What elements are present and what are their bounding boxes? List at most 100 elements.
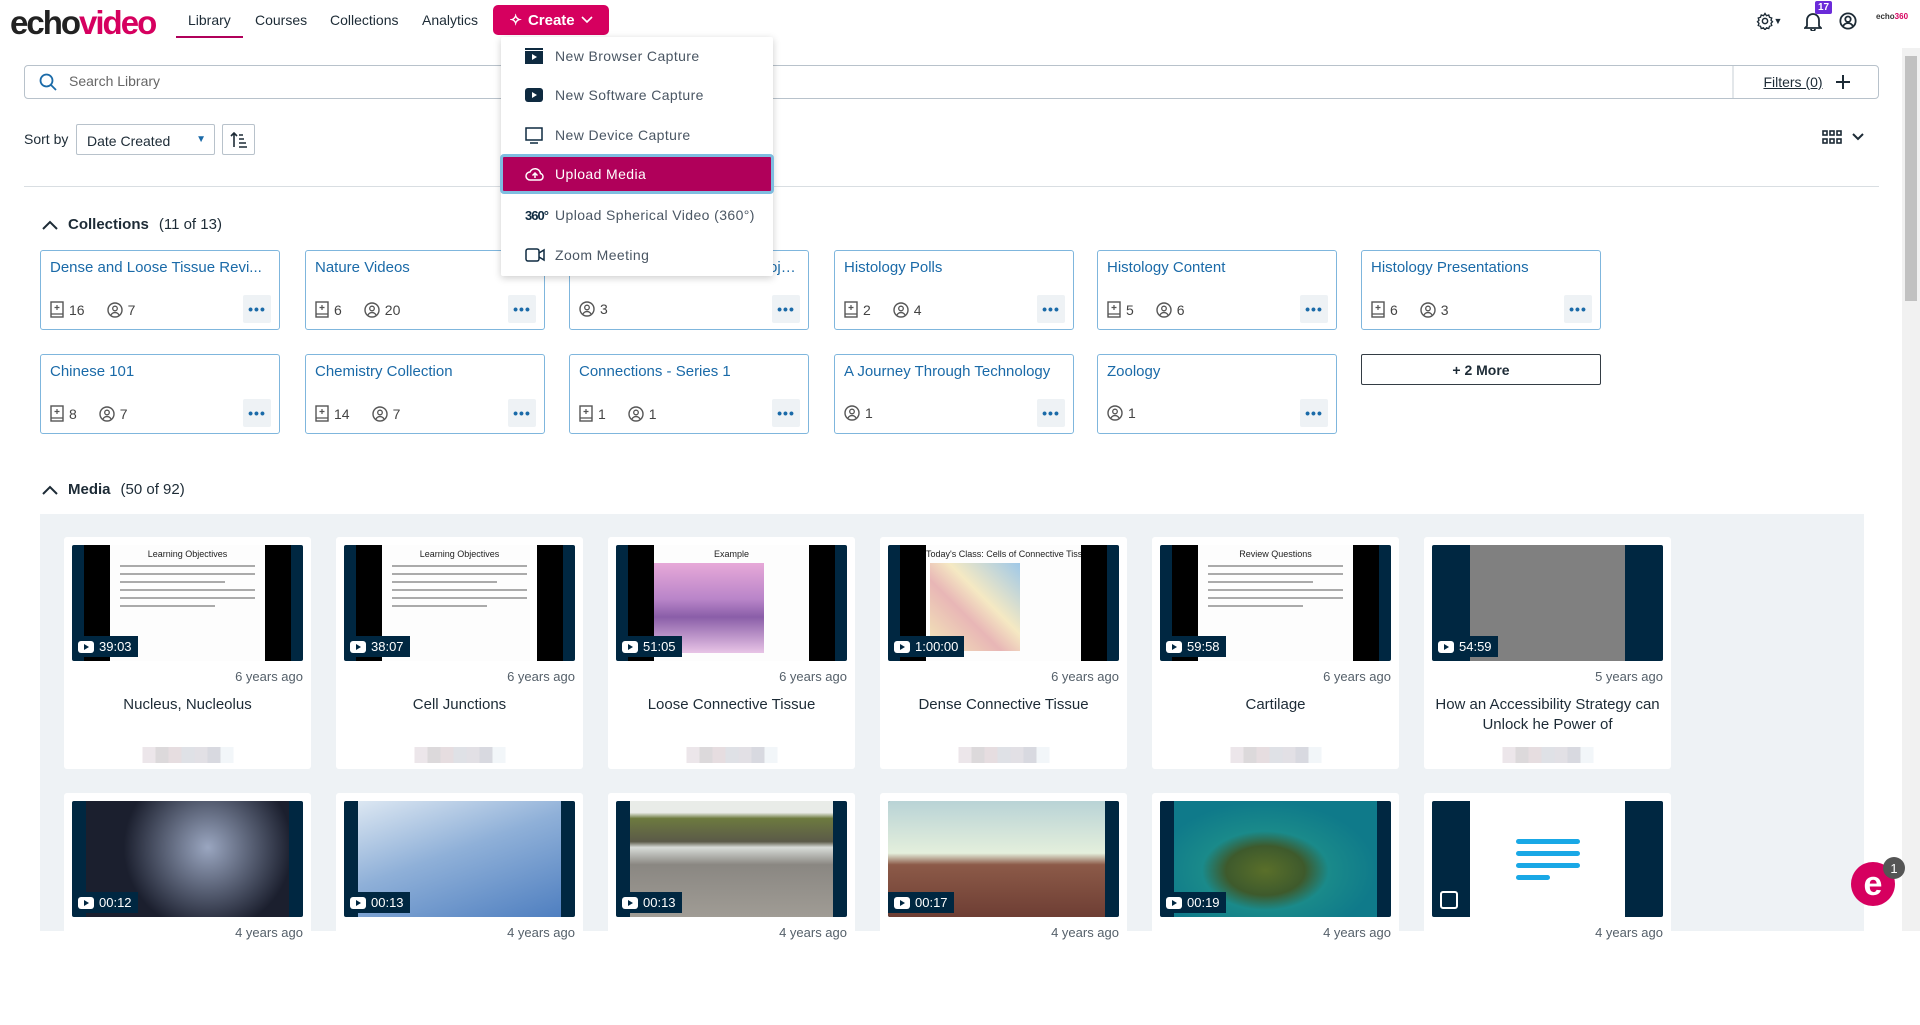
media-card[interactable]: 54:59 5 years ago How an Accessibility S…: [1424, 537, 1671, 769]
collection-options-button[interactable]: •••: [508, 399, 536, 427]
thumbnail[interactable]: Learning Objectives 39:03: [72, 545, 303, 661]
media-title[interactable]: How an Accessibility Strategy can Unlock…: [1434, 695, 1661, 735]
scrollbar-thumb[interactable]: [1905, 56, 1917, 301]
create-menu-item[interactable]: 360° Upload Spherical Video (360°): [501, 195, 773, 235]
view-toggle[interactable]: [1822, 130, 1864, 144]
users-count: 20: [364, 302, 400, 318]
media-card[interactable]: 00:13 4 years ago: [336, 793, 583, 1025]
nav-collections[interactable]: Collections: [330, 12, 398, 28]
sort-select[interactable]: Date Created ▼: [76, 124, 215, 155]
collection-title[interactable]: Connections - Series 1: [579, 363, 801, 380]
nav-courses[interactable]: Courses: [255, 12, 307, 28]
thumbnail[interactable]: 00:19: [1160, 801, 1391, 917]
collection-options-button[interactable]: •••: [243, 295, 271, 323]
collections-header[interactable]: Collections (11 of 13): [42, 216, 222, 233]
thumbnail[interactable]: 00:13: [616, 801, 847, 917]
filters-link[interactable]: Filters (0): [1763, 74, 1822, 90]
media-age: 6 years ago: [235, 669, 303, 684]
collection-card[interactable]: Connections - Series 1 1 1 •••: [569, 354, 809, 434]
collection-options-button[interactable]: •••: [1564, 295, 1592, 323]
collection-options-button[interactable]: •••: [243, 399, 271, 427]
media-card[interactable]: Today's Class: Cells of Connective Tissu…: [880, 537, 1127, 769]
collection-card[interactable]: Histology Content 5 6 •••: [1097, 250, 1337, 330]
nav-library[interactable]: Library: [176, 12, 243, 38]
collection-title[interactable]: Chemistry Collection: [315, 363, 537, 380]
collection-card[interactable]: Histology Presentations 6 3 •••: [1361, 250, 1601, 330]
collection-card[interactable]: Histology Polls 2 4 •••: [834, 250, 1074, 330]
collection-options-button[interactable]: •••: [772, 399, 800, 427]
plus-icon[interactable]: [1835, 74, 1851, 90]
create-menu-item[interactable]: Upload Media: [500, 154, 774, 194]
collection-title[interactable]: Histology Polls: [844, 259, 1066, 276]
collection-options-button[interactable]: •••: [1037, 399, 1065, 427]
collection-title[interactable]: Chinese 101: [50, 363, 272, 380]
create-menu-item[interactable]: Zoom Meeting: [501, 235, 773, 275]
collection-card[interactable]: Chemistry Collection 14 7 •••: [305, 354, 545, 434]
media-title[interactable]: Nucleus, Nucleolus: [74, 695, 301, 715]
media-count: 16: [50, 301, 85, 318]
media-count: 5: [1107, 301, 1134, 318]
media-card[interactable]: Learning Objectives 38:07 6 years ago Cel…: [336, 537, 583, 769]
media-title[interactable]: Loose Connective Tissue: [618, 695, 845, 715]
echo360-logo: echo360: [1876, 12, 1909, 21]
thumbnail[interactable]: Today's Class: Cells of Connective Tissu…: [888, 545, 1119, 661]
create-button[interactable]: ✧ Create: [493, 5, 609, 35]
collection-title[interactable]: Histology Content: [1107, 259, 1329, 276]
show-more-collections-button[interactable]: + 2 More: [1361, 354, 1601, 385]
collection-card[interactable]: Zoology 1 •••: [1097, 354, 1337, 434]
collection-card[interactable]: A Journey Through Technology 1 •••: [834, 354, 1074, 434]
media-card[interactable]: 4 years ago: [1424, 793, 1671, 1025]
user-menu-button[interactable]: [1837, 10, 1859, 32]
collection-options-button[interactable]: •••: [1300, 399, 1328, 427]
echovideo-logo[interactable]: echovideo: [10, 4, 157, 42]
settings-menu[interactable]: ▼: [1752, 10, 1786, 32]
collection-card[interactable]: Dense and Loose Tissue Revi... 16 7 •••: [40, 250, 280, 330]
create-menu-item[interactable]: New Browser Capture: [501, 36, 773, 76]
collection-title[interactable]: Zoology: [1107, 363, 1329, 380]
top-nav: echovideo Library Courses Collections An…: [0, 0, 1908, 48]
collection-title[interactable]: A Journey Through Technology: [844, 363, 1066, 380]
caret-down-icon: ▼: [196, 134, 206, 145]
media-count: 6: [315, 301, 342, 318]
owner-name-redacted: [1502, 747, 1593, 763]
thumbnail[interactable]: Review Questions 59:58: [1160, 545, 1391, 661]
collection-options-button[interactable]: •••: [1037, 295, 1065, 323]
thumbnail[interactable]: 00:13: [344, 801, 575, 917]
collection-title[interactable]: Dense and Loose Tissue Revi...: [50, 259, 272, 276]
media-card[interactable]: 00:12 4 years ago: [64, 793, 311, 1025]
create-menu-item[interactable]: New Device Capture: [501, 115, 773, 155]
thumbnail[interactable]: Learning Objectives 38:07: [344, 545, 575, 661]
owner-name-redacted: [958, 747, 1049, 763]
360-icon: 360°: [525, 207, 549, 223]
media-title[interactable]: Cell Junctions: [346, 695, 573, 715]
collection-card[interactable]: Chinese 101 8 7 •••: [40, 354, 280, 434]
thumbnail[interactable]: Example 51:05: [616, 545, 847, 661]
media-card[interactable]: Learning Objectives 39:03 6 years ago Nuc…: [64, 537, 311, 769]
media-title[interactable]: Cartilage: [1162, 695, 1389, 715]
media-card[interactable]: 00:17 4 years ago: [880, 793, 1127, 1025]
media-card[interactable]: 00:19 4 years ago: [1152, 793, 1399, 1025]
collection-options-button[interactable]: •••: [772, 295, 800, 323]
collection-options-button[interactable]: •••: [1300, 295, 1328, 323]
sort-order-button[interactable]: [222, 124, 255, 155]
play-icon: [350, 640, 366, 653]
media-title[interactable]: Dense Connective Tissue: [890, 695, 1117, 715]
thumbnail[interactable]: 54:59: [1432, 545, 1663, 661]
page-scrollbar[interactable]: [1902, 48, 1920, 931]
nav-analytics[interactable]: Analytics: [422, 12, 478, 28]
thumbnail[interactable]: [1432, 801, 1663, 917]
media-header[interactable]: Media (50 of 92): [42, 481, 185, 498]
media-card[interactable]: Review Questions 59:58 6 years ago Cartil…: [1152, 537, 1399, 769]
media-age: 6 years ago: [1323, 669, 1391, 684]
collection-title[interactable]: Histology Presentations: [1371, 259, 1593, 276]
collection-options-button[interactable]: •••: [508, 295, 536, 323]
users-count-icon: [1156, 301, 1172, 318]
thumbnail[interactable]: 00:17: [888, 801, 1119, 917]
thumbnail[interactable]: 00:12: [72, 801, 303, 917]
media-count: 14: [315, 405, 350, 422]
document-list-icon: [1440, 891, 1458, 909]
media-card[interactable]: Example 51:05 6 years ago Loose Connectiv…: [608, 537, 855, 769]
media-age: 4 years ago: [1051, 925, 1119, 940]
create-menu-item[interactable]: New Software Capture: [501, 75, 773, 115]
media-card[interactable]: 00:13 4 years ago: [608, 793, 855, 1025]
